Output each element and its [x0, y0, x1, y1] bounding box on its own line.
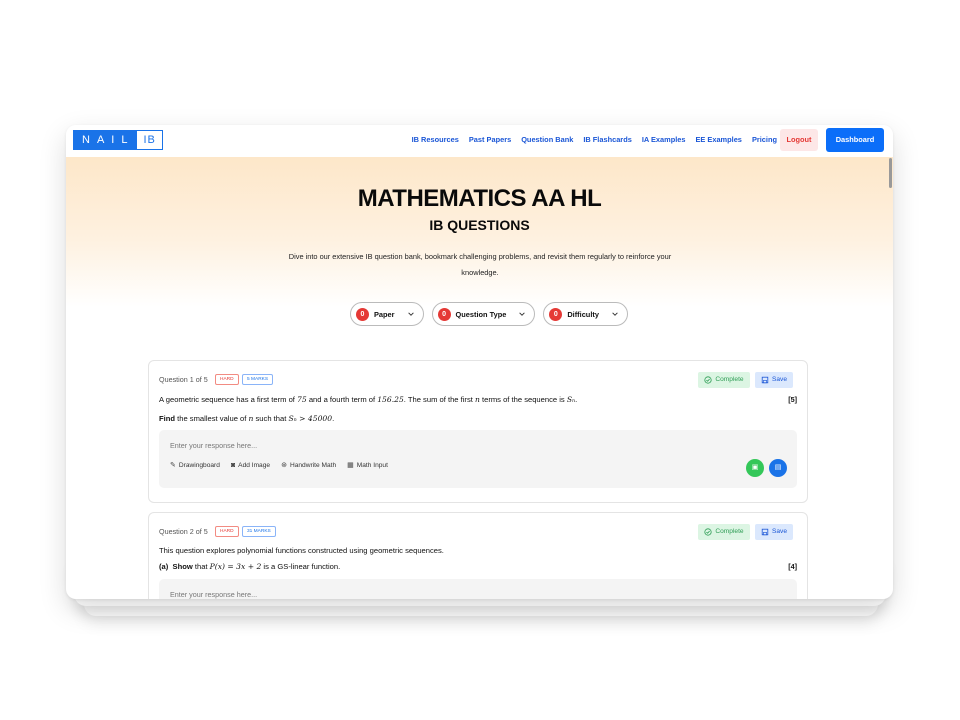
text-segment: .: [332, 414, 335, 423]
nav-link-pricing[interactable]: Pricing: [752, 134, 777, 146]
question-number: Question 1 of 5: [159, 375, 208, 384]
chevron-down-icon: [612, 312, 618, 316]
nav-link-ib-resources[interactable]: IB Resources: [412, 134, 459, 146]
question-card-2: Question 2 of 5 HARD 31 MARKS Complete S…: [148, 512, 808, 599]
part-label: (a): [159, 562, 169, 571]
logout-button[interactable]: Logout: [780, 129, 818, 151]
nav-link-ee-examples[interactable]: EE Examples: [696, 134, 742, 146]
page-scrollbar[interactable]: [889, 158, 892, 188]
chevron-down-icon: [519, 312, 526, 316]
filter-label: Paper: [374, 309, 395, 319]
text-segment: is a GS-linear function.: [261, 562, 341, 571]
text-segment: terms of the sequence is: [479, 395, 567, 404]
answer-notes-button[interactable]: ▤: [769, 459, 787, 477]
logo-ib-mark: IB: [137, 131, 162, 149]
tool-label: Drawingboard: [178, 461, 220, 469]
top-navbar: NAIL IB IB Resources Past Papers Questio…: [66, 125, 893, 157]
response-box[interactable]: Enter your response here...: [159, 579, 797, 599]
check-circle-icon: [704, 376, 712, 384]
pencil-icon: ✎: [170, 462, 176, 469]
page-title: MATHEMATICS AA HL: [357, 185, 602, 212]
add-image-button[interactable]: ◙ Add Image: [231, 461, 270, 469]
text-segment: such that: [253, 414, 289, 423]
question-part-a: (a) Show that P(x) = 3x + 2 is a GS-line…: [159, 562, 340, 571]
question-card-1: Question 1 of 5 HARD 5 MARKS Complete Sa…: [148, 360, 808, 503]
handwrite-math-button[interactable]: ⊛ Handwrite Math: [281, 461, 337, 470]
filter-paper[interactable]: 0 Paper: [350, 302, 424, 326]
tool-label: Add Image: [238, 461, 271, 469]
marks-badge: 5 MARKS: [242, 374, 274, 385]
check-icon: ▣: [751, 464, 759, 471]
response-box[interactable]: Enter your response here... ✎ Drawingboar…: [159, 430, 797, 488]
math-expression: P(x) = 3x + 2: [209, 562, 262, 571]
nav-link-ib-flashcards[interactable]: IB Flashcards: [583, 134, 631, 146]
pen-circle-icon: ⊛: [281, 462, 287, 469]
filter-question-type[interactable]: 0 Question Type: [431, 302, 536, 326]
nav-link-question-bank[interactable]: Question Bank: [521, 134, 573, 146]
response-placeholder[interactable]: Enter your response here...: [170, 590, 257, 599]
question-marks: [4]: [788, 562, 797, 571]
text-segment: the smallest value of: [175, 414, 249, 423]
check-circle-icon: [704, 528, 712, 536]
nav-link-past-papers[interactable]: Past Papers: [469, 134, 511, 146]
save-icon: [761, 528, 769, 536]
math-expression: 75: [297, 395, 307, 404]
save-button[interactable]: Save: [755, 524, 793, 540]
math-expression: Sₙ > 45000: [288, 414, 333, 423]
browser-window: NAIL IB IB Resources Past Papers Questio…: [66, 125, 893, 599]
filter-count-badge: 0: [549, 307, 563, 321]
command-term: Show: [172, 562, 193, 571]
nav-links: IB Resources Past Papers Question Bank I…: [412, 134, 777, 146]
response-toolbar: ✎ Drawingboard ◙ Add Image ⊛ Handwrite Math…: [170, 461, 388, 470]
drawingboard-button[interactable]: ✎ Drawingboard: [170, 461, 220, 470]
clipboard-icon: ▤: [774, 464, 782, 471]
tool-label: Handwrite Math: [289, 461, 337, 469]
save-label: Save: [771, 528, 788, 535]
save-label: Save: [771, 376, 788, 383]
hero-description: Dive into our extensive IB question bank…: [288, 252, 672, 277]
difficulty-badge: HARD: [215, 526, 239, 537]
question-number: Question 2 of 5: [159, 527, 208, 536]
filter-count-badge: 0: [356, 307, 369, 321]
command-term: Find: [159, 414, 176, 423]
math-input-button[interactable]: ▦ Math Input: [347, 461, 388, 470]
question-instruction: Find the smallest value of n such that S…: [159, 414, 334, 423]
marks-badge: 31 MARKS: [242, 526, 276, 537]
submit-check-button[interactable]: ▣: [746, 459, 764, 477]
save-icon: [761, 376, 769, 384]
dashboard-button[interactable]: Dashboard: [826, 128, 884, 152]
keyboard-icon: ▦: [347, 462, 354, 469]
math-expression: 156.25: [377, 395, 404, 404]
save-button[interactable]: Save: [755, 372, 793, 388]
filter-label: Question Type: [455, 309, 507, 319]
text-segment: and a fourth term of: [306, 395, 378, 404]
text-segment: . The sum of the first: [403, 395, 475, 404]
complete-button[interactable]: Complete: [698, 524, 750, 540]
filter-label: Difficulty: [567, 309, 599, 319]
math-expression: Sₙ: [566, 395, 576, 404]
nav-link-ia-examples[interactable]: IA Examples: [642, 134, 686, 146]
complete-button[interactable]: Complete: [698, 372, 750, 388]
text-segment: that: [192, 562, 210, 571]
camera-icon: ◙: [230, 461, 236, 469]
text-segment: A geometric sequence has a first term of: [159, 395, 298, 404]
response-placeholder[interactable]: Enter your response here...: [170, 441, 257, 450]
question-marks: [5]: [788, 395, 797, 404]
question-text: A geometric sequence has a first term of…: [159, 395, 577, 404]
complete-label: Complete: [715, 528, 744, 535]
nailib-logo[interactable]: NAIL IB: [73, 130, 163, 150]
filter-difficulty[interactable]: 0 Difficulty: [543, 302, 628, 326]
hero-section: MATHEMATICS AA HL IB QUESTIONS Dive into…: [66, 157, 893, 307]
filter-bar: 0 Paper 0 Question Type 0 Difficulty: [350, 302, 628, 326]
page-subtitle: IB QUESTIONS: [429, 217, 530, 233]
filter-count-badge: 0: [437, 307, 451, 321]
difficulty-badge: HARD: [215, 374, 239, 385]
chevron-down-icon: [407, 312, 414, 316]
complete-label: Complete: [715, 376, 744, 383]
tool-label: Math Input: [356, 461, 388, 469]
logo-wordmark: NAIL: [74, 131, 138, 149]
question-intro: This question explores polynomial functi…: [159, 546, 444, 555]
text-segment: .: [575, 395, 578, 404]
